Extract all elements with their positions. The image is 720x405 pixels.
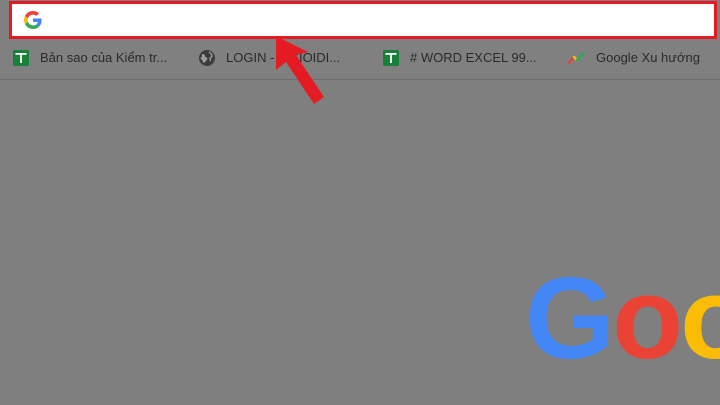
google-g-icon: [24, 11, 42, 29]
red-arrow-icon: [276, 36, 324, 104]
google-sheets-icon: [383, 50, 399, 66]
bookmark-item-trends[interactable]: Google Xu hướng: [568, 40, 700, 76]
bookmark-label: Google Xu hướng: [596, 50, 700, 65]
bookmark-label: # WORD EXCEL 99...: [410, 50, 537, 65]
logo-letter: G: [525, 253, 615, 383]
logo-letter: o: [612, 253, 683, 383]
bookmark-label: Bản sao của Kiểm tr...: [40, 50, 168, 65]
browser-toolbar: Bản sao của Kiểm tr... LOGIN - ...GIOIDI…: [0, 0, 720, 80]
page-content: Goo: [0, 80, 720, 405]
logo-letter: o: [680, 253, 720, 383]
google-sheets-icon: [13, 50, 29, 66]
address-bar[interactable]: [9, 1, 717, 39]
bookmarks-bar: Bản sao của Kiểm tr... LOGIN - ...GIOIDI…: [0, 40, 720, 76]
google-logo: Goo: [525, 260, 720, 376]
bookmark-item-sheet-2[interactable]: # WORD EXCEL 99...: [382, 40, 537, 76]
google-trends-icon: [568, 51, 586, 65]
address-input[interactable]: [56, 4, 708, 38]
globe-icon: [199, 50, 215, 66]
bookmark-item-sheet-1[interactable]: Bản sao của Kiểm tr...: [12, 40, 167, 76]
